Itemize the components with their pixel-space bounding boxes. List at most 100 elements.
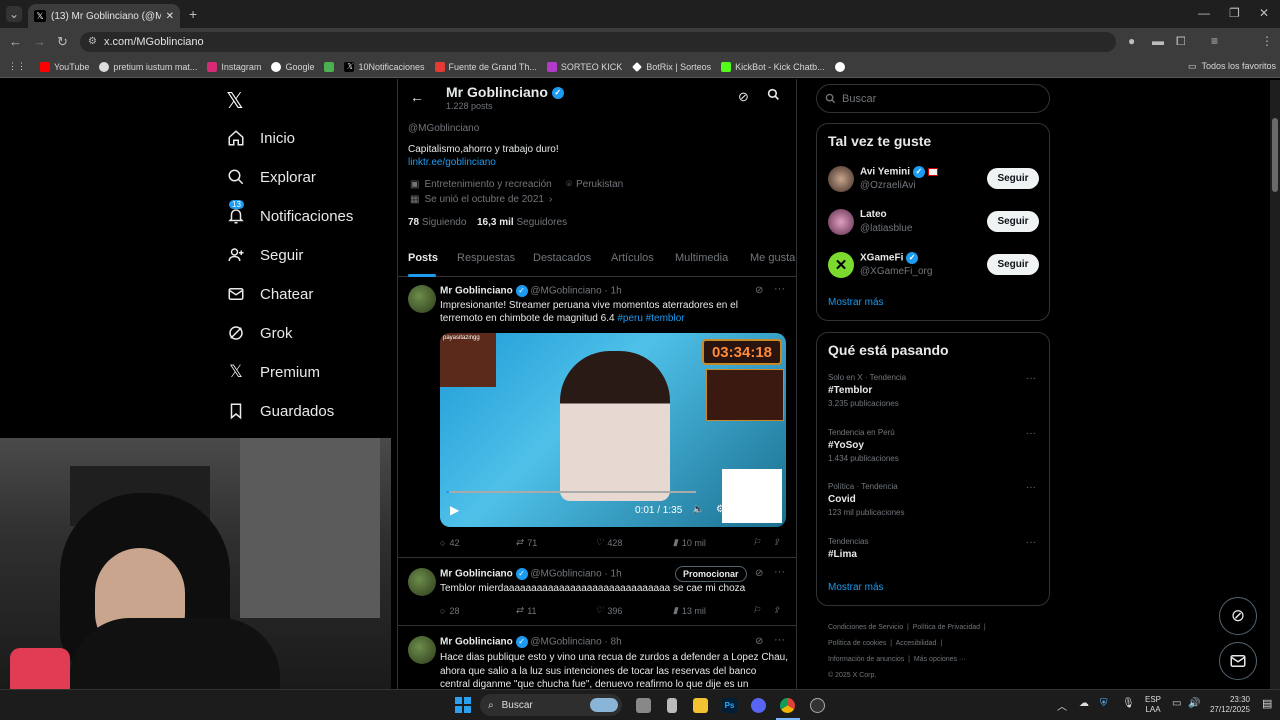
grok-icon[interactable]: ⊘ (738, 89, 749, 105)
like-button[interactable]: ♡ 396 (595, 605, 673, 616)
avatar[interactable] (408, 568, 436, 596)
nav-explorar[interactable]: Explorar (226, 167, 316, 187)
reload-icon[interactable]: ↻ (57, 34, 68, 50)
bookmark-colorful[interactable] (324, 61, 335, 72)
accessibility-link[interactable]: Accesibilidad (896, 640, 937, 647)
bookmark-whatsapp[interactable] (834, 61, 845, 72)
all-bookmarks[interactable]: ▭ Todos los favoritos (1188, 61, 1276, 72)
app-icon[interactable] (667, 698, 677, 713)
tab-me-gusta[interactable]: Me gusta (750, 252, 795, 264)
more-icon[interactable]: ··· (1026, 537, 1036, 548)
security-icon[interactable]: ⛨ (1100, 698, 1108, 709)
microphone-icon[interactable]: 🎙 (1122, 698, 1135, 709)
tab-respuestas[interactable]: Respuestas (457, 252, 515, 264)
bookmark-button[interactable]: ⚐ (753, 537, 773, 548)
show-more-link[interactable]: Mostrar más (828, 297, 884, 308)
repost-button[interactable]: ⇄ 11 (516, 605, 596, 616)
tray-chevron-icon[interactable]: ︿ (1057, 698, 1067, 713)
volume-icon[interactable]: 🔊 (1188, 698, 1200, 709)
more-icon[interactable]: ··· (774, 634, 785, 646)
nav-inicio[interactable]: Inicio (226, 128, 295, 148)
bookmark-instagram[interactable]: Instagram (207, 61, 261, 72)
terms-link[interactable]: Condiciones de Servicio (828, 624, 903, 631)
suggest-name-2[interactable]: Lateo (860, 209, 887, 220)
photoshop-icon[interactable]: Ps (722, 698, 737, 713)
notification-center-icon[interactable]: ▤ (1262, 697, 1272, 710)
suggest-name-1[interactable]: Avi Yemini ✓ (860, 166, 938, 178)
profile-link[interactable]: linktr.ee/goblinciano (408, 157, 496, 168)
follow-button[interactable]: Seguir (987, 254, 1039, 275)
following-stat[interactable]: 78 Siguiendo (408, 217, 466, 228)
suggest-name-3[interactable]: XGameFi ✓ (860, 252, 919, 264)
trend-item[interactable]: Solo en X · Tendencia #Temblor 3.235 pub… (828, 373, 1038, 413)
search-icon[interactable] (767, 88, 780, 104)
discord-icon[interactable] (751, 698, 766, 713)
address-bar[interactable]: ⚙ x.com/MGoblinciano (80, 32, 1116, 52)
avatar[interactable] (828, 166, 854, 192)
tab-posts[interactable]: Posts (408, 252, 438, 264)
scrollbar-thumb[interactable] (1272, 118, 1278, 192)
apps-icon[interactable]: ⋮⋮ (8, 61, 26, 72)
tab-search-button[interactable]: ⌄ (6, 6, 22, 22)
bookmark-10notificaciones[interactable]: 𝕏 10Notificaciones (344, 61, 425, 72)
trend-item[interactable]: Tendencia en Perú #YoSoy 1.434 publicaci… (828, 428, 1038, 468)
privacy-link[interactable]: Política de Privacidad (913, 624, 980, 631)
network-icon[interactable]: ▭ (1172, 698, 1181, 709)
repost-button[interactable]: ⇄ 71 (516, 537, 596, 548)
followers-stat[interactable]: 16,3 mil Seguidores (477, 217, 567, 228)
task-view-icon[interactable] (636, 698, 651, 713)
page-scrollbar[interactable] (1270, 80, 1280, 689)
more-icon[interactable]: ··· (1026, 482, 1036, 493)
close-tab-icon[interactable]: ✕ (166, 11, 174, 22)
post-3[interactable]: Mr Goblinciano ✓ @MGoblinciano · 8h ⊘ ··… (398, 626, 796, 689)
minimize-button[interactable]: — (1198, 6, 1210, 20)
nav-seguir[interactable]: Seguir (226, 245, 303, 265)
taskbar-search[interactable]: ⌕ Buscar (480, 694, 622, 716)
reply-button[interactable]: ○ 28 (440, 605, 516, 616)
nav-guardados[interactable]: Guardados (226, 401, 334, 421)
share-button[interactable]: ⇪ (772, 605, 780, 616)
share-button[interactable]: ⇪ (772, 537, 780, 548)
bookmark-youtube[interactable]: YouTube (40, 61, 89, 72)
avatar[interactable] (408, 636, 436, 664)
bookmark-sorteo-kick[interactable]: SORTEO KICK (546, 61, 622, 72)
follow-button[interactable]: Seguir (987, 168, 1039, 189)
show-more-link[interactable]: Mostrar más (828, 582, 884, 593)
tab-destacados[interactable]: Destacados (533, 252, 591, 264)
wallet-icon[interactable]: ▬ (1152, 34, 1164, 48)
bookmark-google[interactable]: Google (271, 61, 314, 72)
promote-button[interactable]: Promocionar (675, 566, 747, 582)
grok-fab[interactable]: ⊘ (1219, 597, 1257, 635)
avatar[interactable] (408, 285, 436, 313)
language-indicator[interactable]: ESP LAA (1145, 695, 1161, 715)
grok-icon[interactable]: ⊘ (755, 568, 763, 579)
extension-icon[interactable]: ● (1128, 34, 1135, 48)
fullscreen-icon[interactable]: ⤢ (764, 504, 772, 515)
volume-icon[interactable]: 🔈 (692, 504, 704, 515)
reading-list-icon[interactable]: ≡ (1211, 34, 1218, 48)
bookmark-kickbot[interactable]: KickBot - Kick Chatb... (721, 61, 825, 72)
like-button[interactable]: ♡ 428 (595, 537, 673, 548)
post-1[interactable]: Mr Goblinciano ✓ @MGoblinciano · 1h ⊘ ··… (398, 277, 796, 558)
bookmark-pretium[interactable]: pretium iustum mat... (99, 61, 197, 72)
nav-premium[interactable]: 𝕏 Premium (226, 362, 320, 382)
views-button[interactable]: ▮ 13 mil (673, 605, 753, 616)
more-icon[interactable]: ··· (1026, 373, 1036, 384)
avatar[interactable] (828, 209, 854, 235)
grok-icon[interactable]: ⊘ (755, 636, 763, 647)
back-icon[interactable]: ← (9, 34, 22, 49)
windows-start-icon[interactable] (455, 697, 471, 713)
nav-grok[interactable]: Grok (226, 323, 293, 343)
video-player[interactable]: payasitazingg 03:34:18 ▶ 0:01 / 1:35 🔈 ⚙… (440, 333, 786, 527)
messages-fab[interactable] (1219, 642, 1257, 680)
file-explorer-icon[interactable] (693, 698, 708, 713)
search-input[interactable]: Buscar (816, 84, 1050, 113)
clock[interactable]: 23:30 27/12/2025 (1208, 695, 1250, 715)
forward-icon[interactable]: → (33, 34, 46, 49)
nav-notificaciones[interactable]: 13 Notificaciones (226, 200, 353, 226)
app-icon[interactable] (810, 698, 825, 713)
pip-icon[interactable]: ⧉ (740, 504, 747, 515)
puzzle-icon[interactable]: ⧠ (1176, 34, 1186, 49)
post-2[interactable]: Mr Goblinciano ✓ @MGoblinciano · 1h Prom… (398, 558, 796, 626)
x-logo-icon[interactable]: 𝕏 (226, 88, 244, 114)
